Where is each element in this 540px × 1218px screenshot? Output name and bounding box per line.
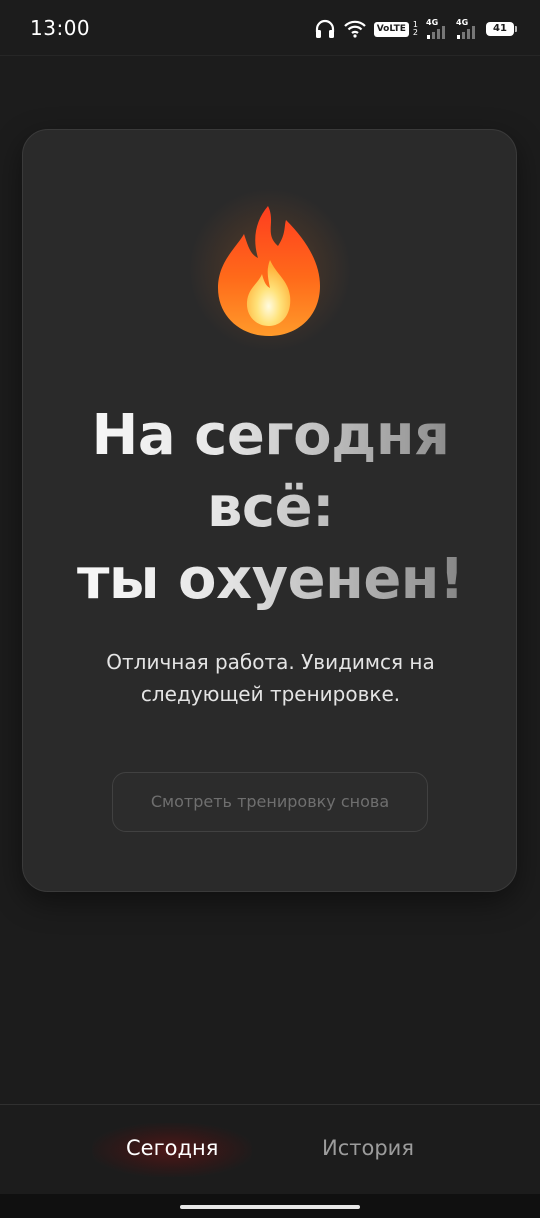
headline-line-2: всё: (206, 475, 334, 540)
status-time: 13:00 (30, 16, 91, 40)
completion-headline: На сегодня всё: ты охуенен! (23, 400, 518, 616)
gesture-area (0, 1194, 540, 1218)
signal-icon-2: 4G (456, 18, 478, 39)
battery-icon: 41 (486, 22, 517, 36)
bottom-nav: Сегодня История (0, 1104, 540, 1194)
headline-line-1: На сегодня (91, 403, 450, 468)
home-indicator[interactable] (180, 1205, 360, 1209)
headphones-icon (314, 19, 336, 39)
subtitle-line-2: следующей тренировке. (140, 682, 401, 706)
subtitle-line-1: Отличная работа. Увидимся на (106, 650, 435, 674)
wifi-icon (343, 20, 366, 38)
status-bar: 13:00 VoLTE 1 2 4G 4G 41 (0, 0, 540, 56)
battery-level: 41 (493, 23, 507, 34)
sim-number-2: 2 (412, 28, 418, 37)
status-icons: VoLTE 1 2 4G 4G 41 (314, 17, 517, 41)
sim-numbers: 1 2 (413, 21, 418, 37)
signal-icon: 4G (426, 18, 448, 39)
rewatch-workout-button[interactable]: Смотреть тренировку снова (112, 772, 428, 832)
volte-badge: VoLTE (373, 21, 409, 37)
tab-history[interactable]: История (322, 1133, 414, 1163)
fire-icon (218, 206, 320, 336)
headline-line-3: ты охуенен! (76, 547, 465, 612)
completion-subtitle: Отличная работа. Увидимся на следующей т… (23, 646, 518, 710)
app-screen: 13:00 VoLTE 1 2 4G 4G 41 На сегодня всё:… (0, 0, 540, 1218)
tab-today[interactable]: Сегодня (126, 1133, 218, 1163)
completion-card: На сегодня всё: ты охуенен! Отличная раб… (22, 129, 517, 892)
